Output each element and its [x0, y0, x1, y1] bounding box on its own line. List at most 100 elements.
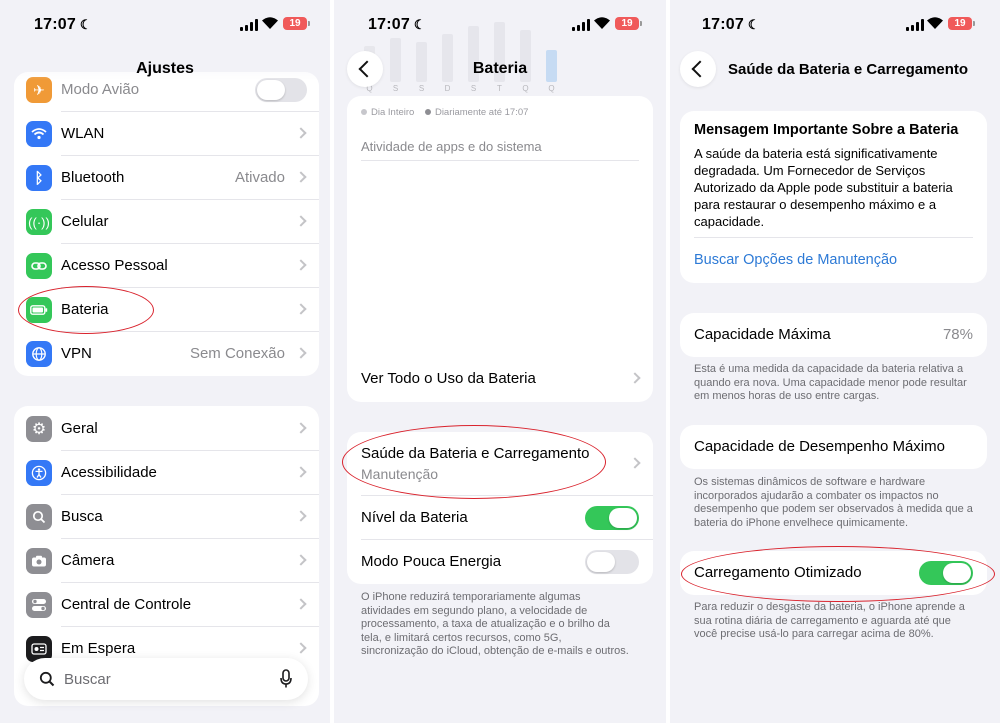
settings-item-camera[interactable]: Câmera: [14, 539, 319, 583]
chevron-right-icon: [295, 554, 307, 566]
low-power-label: Modo Pouca Energia: [361, 553, 502, 570]
chart-day-label: T: [497, 84, 502, 93]
chevron-right-icon: [629, 457, 641, 469]
service-options-link[interactable]: Buscar Opções de Manutenção: [694, 252, 897, 268]
peak-performance-card: Capacidade de Desempenho Máximo: [680, 425, 987, 469]
settings-item-control-center[interactable]: Central de Controle: [14, 583, 319, 627]
chart-day-label: Q: [548, 84, 555, 93]
chart-day-label: D: [444, 84, 451, 93]
battery-health-panel: 17:07 ☾ 19 Saúde da Bateria e Carregament…: [670, 0, 1000, 723]
battery-level-icon: 19: [283, 17, 310, 30]
status-time: 17:07 ☾: [368, 16, 426, 34]
settings-item-label: VPN: [61, 345, 92, 362]
chevron-right-icon: [295, 215, 307, 227]
gear-icon: ⚙: [26, 416, 52, 442]
chevron-right-icon: [295, 598, 307, 610]
search-bar[interactable]: Buscar: [24, 658, 308, 700]
divider: [361, 160, 639, 161]
highlight-ellipse: [681, 546, 995, 602]
optimized-charging-footer: Para reduzir o desgaste da bateria, o iP…: [694, 601, 965, 640]
settings-item-label: Celular: [61, 213, 109, 230]
settings-item-cellular[interactable]: ((·)) Celular: [14, 200, 319, 244]
legend-dot-icon: [361, 109, 367, 115]
settings-item-vpn[interactable]: VPN Sem Conexão: [14, 332, 319, 376]
chevron-right-icon: [295, 510, 307, 522]
battery-level-toggle[interactable]: [585, 506, 639, 530]
chart-legend: Dia Inteiro Diariamente até 17:07: [361, 107, 528, 118]
page-title: Bateria: [472, 60, 528, 77]
battery-level-label: Nível da Bateria: [361, 509, 468, 526]
settings-item-label: WLAN: [61, 125, 105, 142]
airplane-toggle[interactable]: [255, 78, 307, 102]
moon-icon: ☾: [413, 17, 426, 32]
settings-item-label: Geral: [61, 420, 98, 437]
microphone-icon[interactable]: [280, 669, 292, 689]
settings-item-hotspot[interactable]: Acesso Pessoal: [14, 244, 319, 288]
chevron-right-icon: [295, 171, 307, 183]
peak-performance-label: Capacidade de Desempenho Máximo: [694, 438, 945, 455]
settings-item-general[interactable]: ⚙ Geral: [14, 407, 319, 451]
chart-day-label: S: [418, 84, 425, 93]
settings-item-search[interactable]: Busca: [14, 495, 319, 539]
chevron-right-icon: [295, 303, 307, 315]
status-time-text: 17:07: [34, 16, 76, 33]
highlight-ellipse: [342, 425, 606, 499]
max-capacity-footer: Esta é uma medida da capacidade da bater…: [694, 363, 967, 402]
status-time: 17:07 ☾: [702, 16, 760, 34]
settings-item-label: Central de Controle: [61, 596, 192, 613]
message-title: Mensagem Importante Sobre a Bateria: [694, 122, 959, 138]
legend-daily: Diariamente até 17:07: [434, 107, 529, 118]
control-center-icon: [26, 592, 52, 618]
chevron-right-icon: [295, 259, 307, 271]
settings-item-bluetooth[interactable]: ᛒ Bluetooth Ativado: [14, 156, 319, 200]
search-icon: [26, 504, 52, 530]
moon-icon: ☾: [747, 17, 760, 32]
settings-item-accessibility[interactable]: Acessibilidade: [14, 451, 319, 495]
battery-panel: QSSDSTQQ Dia Inteiro Diariamente até 17:…: [334, 0, 666, 723]
search-input[interactable]: Buscar: [64, 671, 111, 688]
link-icon: [26, 253, 52, 279]
legend-dot-icon: [424, 109, 431, 115]
battery-level-icon: 19: [615, 17, 642, 30]
settings-item-label: Busca: [61, 508, 103, 525]
settings-item-value: Ativado: [234, 169, 285, 186]
chevron-right-icon: [295, 466, 307, 478]
status-time: 17:07 ☾: [34, 16, 92, 34]
signal-icon: [572, 19, 590, 31]
camera-icon: [26, 548, 52, 574]
back-button[interactable]: [680, 51, 716, 87]
low-power-row: Modo Pouca Energia: [347, 540, 653, 584]
peak-performance-footer: Os sistemas dinâmicos de software e hard…: [694, 476, 973, 529]
max-capacity-value: 78%: [942, 326, 973, 343]
status-bar: 17:07 ☾ 19: [334, 0, 666, 48]
chevron-right-icon: [629, 372, 641, 384]
airplane-icon: ✈: [26, 77, 52, 103]
low-power-footer: O iPhone reduzirá temporariamente alguma…: [361, 591, 629, 657]
signal-icon: [240, 19, 258, 31]
battery-level-icon: 19: [948, 17, 975, 30]
settings-item-wlan[interactable]: WLAN: [14, 112, 319, 156]
settings-item-label: Acesso Pessoal: [61, 257, 168, 274]
chevron-right-icon: [295, 347, 307, 359]
settings-item-label: Em Espera: [61, 640, 136, 657]
status-time-text: 17:07: [702, 16, 744, 33]
highlight-ellipse: [18, 286, 154, 334]
activity-header: Atividade de apps e do sistema: [361, 139, 542, 154]
settings-item-label: Câmera: [61, 552, 115, 569]
chart-days: QSSDSTQQ: [364, 84, 557, 93]
max-capacity-card: Capacidade Máxima 78%: [680, 313, 987, 357]
wifi-icon: [262, 17, 278, 29]
settings-item-label: Acessibilidade: [61, 464, 157, 481]
wifi-icon: [927, 17, 943, 29]
low-power-toggle[interactable]: [585, 550, 639, 574]
globe-icon: [26, 341, 52, 367]
page-title: Saúde da Bateria e Carregamento: [728, 61, 969, 78]
chart-day-label: Q: [522, 84, 529, 93]
see-all-usage-row[interactable]: Ver Todo o Uso da Bateria: [347, 357, 653, 401]
max-capacity-label: Capacidade Máxima: [694, 326, 831, 343]
search-icon: [39, 671, 55, 687]
battery-message-card: Mensagem Importante Sobre a Bateria A sa…: [680, 111, 987, 283]
status-time-text: 17:07: [368, 16, 410, 33]
signal-icon: [906, 19, 924, 31]
chevron-right-icon: [295, 642, 307, 654]
